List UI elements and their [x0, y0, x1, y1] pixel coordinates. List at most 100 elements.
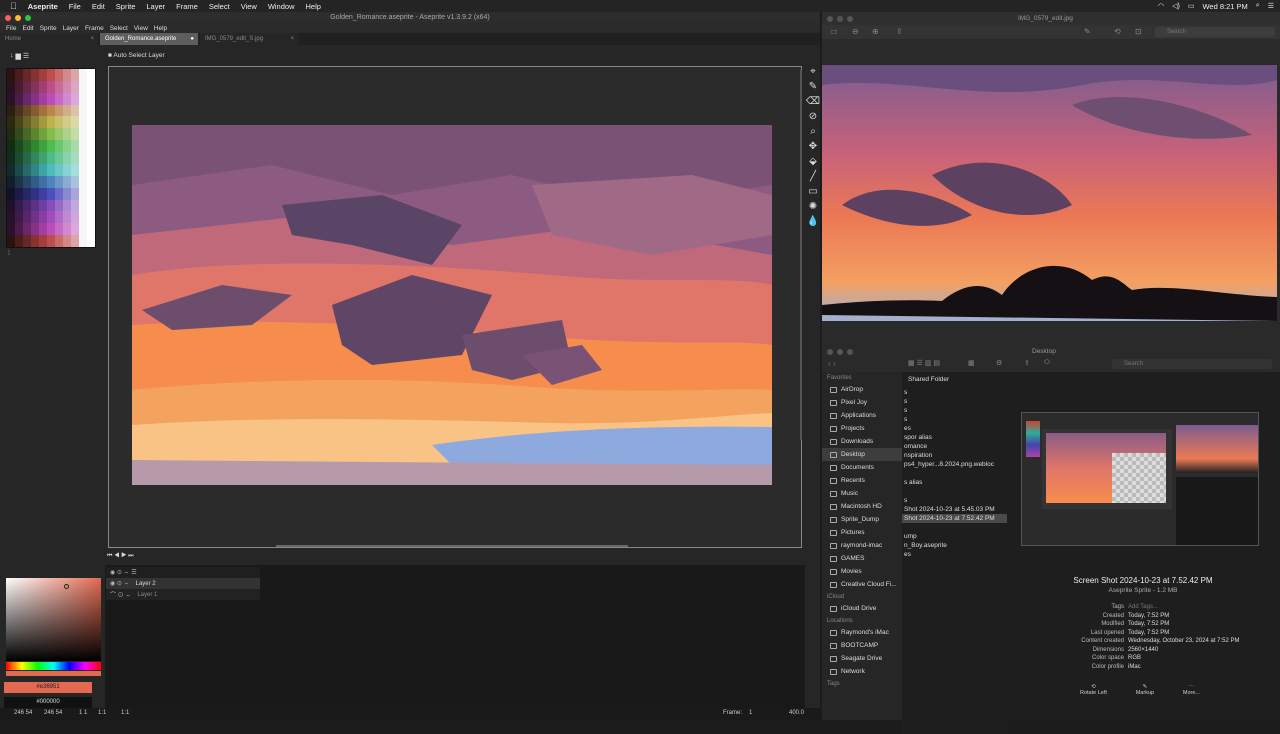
- line-icon[interactable]: ╱: [810, 171, 816, 182]
- palette-swatch[interactable]: [31, 187, 39, 200]
- palette-swatch[interactable]: [79, 128, 87, 141]
- palette-swatch[interactable]: [15, 128, 23, 141]
- palette-swatch[interactable]: [87, 104, 95, 117]
- close-button[interactable]: [5, 14, 11, 21]
- palette-swatch[interactable]: [79, 175, 87, 188]
- palette-swatch[interactable]: [63, 223, 71, 236]
- palette-swatch[interactable]: [39, 199, 47, 212]
- palette-swatch[interactable]: [39, 223, 47, 236]
- palette-swatch[interactable]: [79, 235, 87, 247]
- palette-swatch[interactable]: [47, 223, 55, 236]
- palette-swatch[interactable]: [55, 80, 63, 93]
- palette-swatch[interactable]: [63, 152, 71, 164]
- palette-swatch[interactable]: [71, 80, 79, 93]
- palette-presets-icon[interactable]: ▆: [16, 52, 21, 60]
- palette-swatch[interactable]: [63, 211, 71, 224]
- palette-swatch[interactable]: [31, 175, 39, 188]
- sidebar-item[interactable]: Documents: [822, 461, 902, 474]
- palette-swatch[interactable]: [15, 69, 23, 81]
- close-tab-icon[interactable]: ×: [290, 33, 294, 45]
- palette-swatch[interactable]: [7, 92, 15, 105]
- close-button[interactable]: [827, 16, 833, 22]
- palette-swatch[interactable]: [71, 92, 79, 105]
- group-icon[interactable]: ▦: [968, 359, 975, 367]
- palette-swatch[interactable]: [71, 175, 79, 188]
- palette-swatch[interactable]: [23, 199, 31, 212]
- canvas-vscroll[interactable]: [800, 70, 802, 440]
- palette-swatch[interactable]: [63, 140, 71, 153]
- palette-swatch[interactable]: [31, 104, 39, 117]
- palette-swatch[interactable]: [39, 140, 47, 153]
- view-icons-icon[interactable]: ▦ ☰ ▥ ▤: [908, 359, 940, 367]
- palette-swatch[interactable]: [87, 128, 95, 141]
- palette-swatch[interactable]: [23, 152, 31, 164]
- action-icon[interactable]: ⚙: [996, 359, 1002, 367]
- palette-swatch[interactable]: [39, 92, 47, 105]
- palette-swatch[interactable]: [79, 69, 87, 81]
- palette-swatch[interactable]: [55, 128, 63, 141]
- sidebar-item[interactable]: Pixel Joy: [822, 396, 902, 409]
- palette-swatch[interactable]: [55, 223, 63, 236]
- palette-swatch[interactable]: [23, 235, 31, 247]
- palette-swatch[interactable]: [87, 92, 95, 105]
- palette-swatch[interactable]: [47, 199, 55, 212]
- color-palette[interactable]: [6, 68, 96, 248]
- palette-swatch[interactable]: [15, 223, 23, 236]
- minimize-button[interactable]: [15, 14, 21, 21]
- menu-view[interactable]: View: [241, 2, 257, 11]
- palette-swatch[interactable]: [23, 187, 31, 200]
- sprite-canvas[interactable]: [132, 125, 772, 485]
- palette-swatch[interactable]: [23, 211, 31, 224]
- sidebar-item[interactable]: raymond-imac: [822, 539, 902, 552]
- palette-options-icon[interactable]: ☰: [23, 52, 29, 60]
- menu-clock[interactable]: Wed 8:21 PM: [1202, 2, 1247, 11]
- palette-swatch[interactable]: [47, 152, 55, 164]
- file-row[interactable]: [902, 523, 1007, 532]
- palette-swatch[interactable]: [47, 80, 55, 93]
- auto-select-layer[interactable]: ■ Auto Select Layer: [108, 52, 165, 59]
- palette-swatch[interactable]: [7, 140, 15, 153]
- sidebar-item[interactable]: Seagate Drive: [822, 652, 902, 665]
- palette-swatch[interactable]: [31, 80, 39, 93]
- sidebar-item[interactable]: Pictures: [822, 526, 902, 539]
- marquee-icon[interactable]: ⌖: [810, 66, 816, 77]
- control-center-icon[interactable]: ☰: [1268, 2, 1274, 10]
- palette-swatch[interactable]: [7, 211, 15, 224]
- palette-swatch[interactable]: [55, 163, 63, 176]
- palette-swatch[interactable]: [23, 104, 31, 117]
- zoom-button[interactable]: [847, 349, 853, 355]
- palette-swatch[interactable]: [47, 92, 55, 105]
- app-menu-select[interactable]: Select: [110, 25, 128, 32]
- minimize-button[interactable]: [837, 16, 843, 22]
- palette-swatch[interactable]: [55, 92, 63, 105]
- sidebar-item[interactable]: GAMES: [822, 552, 902, 565]
- zoom-button[interactable]: [847, 16, 853, 22]
- palette-swatch[interactable]: [47, 235, 55, 247]
- palette-swatch[interactable]: [31, 116, 39, 129]
- palette-swatch[interactable]: [31, 235, 39, 247]
- playback-controls[interactable]: ⏮ ◀ ▶ ⏭: [107, 553, 134, 560]
- app-menu-view[interactable]: View: [134, 25, 148, 32]
- canvas-hscroll[interactable]: [276, 545, 628, 547]
- palette-swatch[interactable]: [7, 163, 15, 176]
- close-tab-icon[interactable]: ×: [90, 33, 94, 45]
- palette-swatch[interactable]: [79, 140, 87, 153]
- eyedropper-icon[interactable]: ⊘: [809, 111, 817, 122]
- app-menu-frame[interactable]: Frame: [85, 25, 104, 32]
- palette-swatch[interactable]: [63, 128, 71, 141]
- palette-swatch[interactable]: [31, 152, 39, 164]
- zoom-field[interactable]: 400.0: [789, 710, 804, 716]
- palette-swatch[interactable]: [47, 104, 55, 117]
- palette-swatch[interactable]: [63, 116, 71, 129]
- palette-swatch[interactable]: [47, 211, 55, 224]
- palette-swatch[interactable]: [47, 187, 55, 200]
- move-icon[interactable]: ✥: [809, 141, 817, 152]
- sidebar-item[interactable]: iCloud Drive: [822, 602, 902, 615]
- palette-swatch[interactable]: [87, 223, 95, 236]
- palette-swatch[interactable]: [63, 69, 71, 81]
- spray-icon[interactable]: ✺: [809, 201, 817, 212]
- sidebar-item[interactable]: Sprite_Dump: [822, 513, 902, 526]
- visibility-header-icon[interactable]: ◉ ⊙ ⇔ ☰: [110, 569, 137, 576]
- more-button[interactable]: ⋯ More...: [1183, 684, 1200, 696]
- palette-swatch[interactable]: [15, 92, 23, 105]
